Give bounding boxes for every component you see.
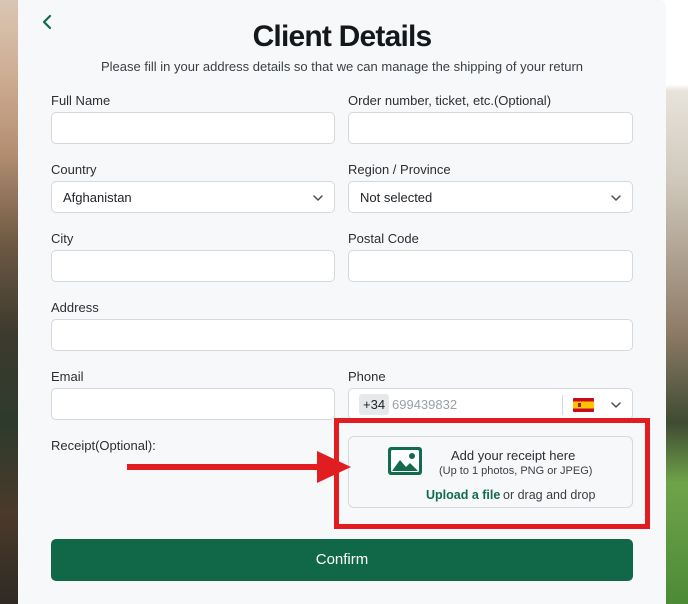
phone-field[interactable]: +34 699439832 (348, 388, 633, 420)
order-number-label: Order number, ticket, etc.(Optional) (348, 93, 552, 108)
chevron-down-icon (313, 195, 323, 201)
email-input[interactable] (52, 389, 334, 419)
city-input[interactable] (52, 251, 334, 281)
address-field[interactable] (51, 319, 633, 351)
region-label: Region / Province (348, 162, 451, 177)
region-select[interactable]: Not selected (348, 181, 633, 213)
address-input[interactable] (52, 320, 632, 350)
confirm-button[interactable]: Confirm (51, 539, 633, 581)
country-value: Afghanistan (63, 190, 132, 205)
postal-code-input[interactable] (349, 251, 632, 281)
page-subtitle: Please fill in your address details so t… (101, 59, 583, 74)
city-label: City (51, 231, 74, 246)
dial-code-badge: +34 (359, 394, 390, 415)
address-label: Address (51, 300, 99, 315)
full-name-label: Full Name (51, 93, 111, 108)
email-field[interactable] (51, 388, 335, 420)
postal-code-field[interactable] (348, 250, 633, 282)
annotation-highlight-box (334, 418, 650, 529)
country-select[interactable]: Afghanistan (51, 181, 335, 213)
full-name-input[interactable] (52, 113, 334, 143)
postal-code-label: Postal Code (348, 231, 419, 246)
order-number-field[interactable] (348, 112, 633, 144)
order-number-input[interactable] (349, 113, 632, 143)
region-value: Not selected (360, 190, 433, 205)
phone-label: Phone (348, 369, 386, 384)
spain-flag-icon[interactable] (573, 398, 594, 412)
phone-placeholder: 699439832 (392, 397, 458, 412)
background-photo-right (666, 0, 688, 604)
annotation-arrow-icon (127, 451, 351, 483)
chevron-down-icon[interactable] (610, 399, 622, 411)
email-label: Email (51, 369, 84, 384)
page-title: Client Details (252, 20, 433, 53)
full-name-field[interactable] (51, 112, 335, 144)
background-photo-left (0, 0, 18, 604)
country-label: Country (51, 162, 97, 177)
city-field[interactable] (51, 250, 335, 282)
phone-divider (562, 395, 563, 415)
chevron-down-icon (611, 195, 621, 201)
